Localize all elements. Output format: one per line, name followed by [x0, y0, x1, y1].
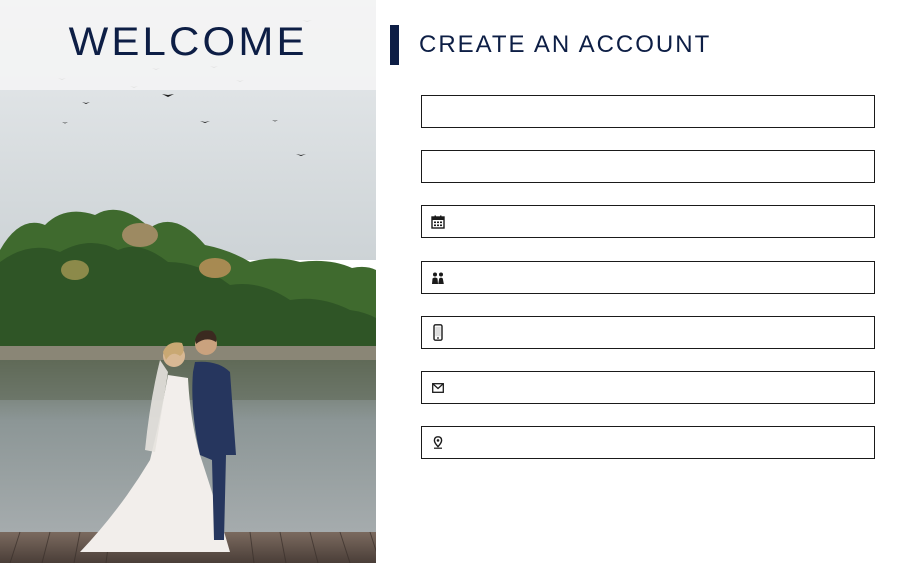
phone-field-container: [421, 316, 875, 349]
header-accent-bar: [390, 25, 399, 65]
welcome-panel: WELCOME: [0, 0, 376, 563]
map-pin-icon: [427, 427, 449, 458]
location-input[interactable]: [449, 427, 874, 458]
calendar-icon: [427, 206, 449, 237]
couple-field-container: [421, 261, 875, 294]
couple-icon: [427, 262, 449, 293]
create-account-page: WELCOME CREATE AN ACCOUNT: [0, 0, 900, 563]
form-header: CREATE AN ACCOUNT: [390, 25, 711, 65]
field-2-container: [421, 150, 875, 183]
phone-icon: [427, 317, 449, 348]
envelope-icon: [427, 372, 449, 403]
couple-input[interactable]: [449, 262, 874, 293]
field-1-input[interactable]: [422, 96, 874, 127]
date-field-container: [421, 205, 875, 238]
field-1-container: [421, 95, 875, 128]
email-input[interactable]: [449, 372, 874, 403]
welcome-title: WELCOME: [68, 20, 308, 64]
form-title: CREATE AN ACCOUNT: [419, 31, 712, 58]
location-field-container: [421, 426, 875, 459]
email-field-container: [421, 371, 875, 404]
phone-input[interactable]: [449, 317, 874, 348]
field-2-input[interactable]: [422, 151, 874, 182]
date-input[interactable]: [449, 206, 874, 237]
